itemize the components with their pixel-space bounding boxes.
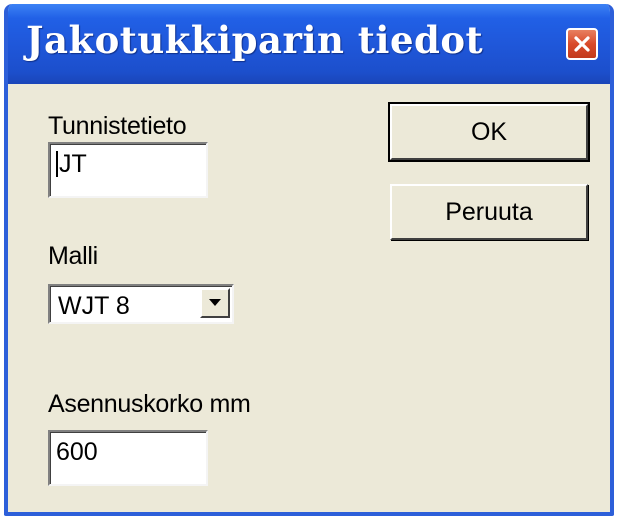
chevron-down-icon [208,294,222,312]
ok-button[interactable]: OK [388,102,590,162]
title-bar[interactable]: Jakotukkiparin tiedot [8,4,610,84]
height-label: Asennuskorko mm [48,390,251,418]
model-label: Malli [48,242,98,270]
identifier-label: Tunnistetieto [48,112,187,140]
identifier-input[interactable]: JT [48,142,208,198]
model-dropdown-button[interactable] [200,288,230,318]
close-button[interactable] [566,28,598,60]
model-select[interactable]: WJT 8 [48,284,234,324]
height-input[interactable]: 600 [48,430,208,486]
text-caret [56,151,58,177]
identifier-value: JT [59,150,87,178]
dialog-content: Tunnistetieto JT Malli WJT 8 Asennuskork… [8,84,610,512]
height-value: 600 [56,438,98,466]
window-title: Jakotukkiparin tiedot [26,18,484,62]
dialog-window: Jakotukkiparin tiedot Tunnistetieto JT M… [4,4,614,516]
model-selected-value: WJT 8 [58,292,130,320]
cancel-button[interactable]: Peruuta [390,184,588,240]
close-icon [573,35,591,53]
